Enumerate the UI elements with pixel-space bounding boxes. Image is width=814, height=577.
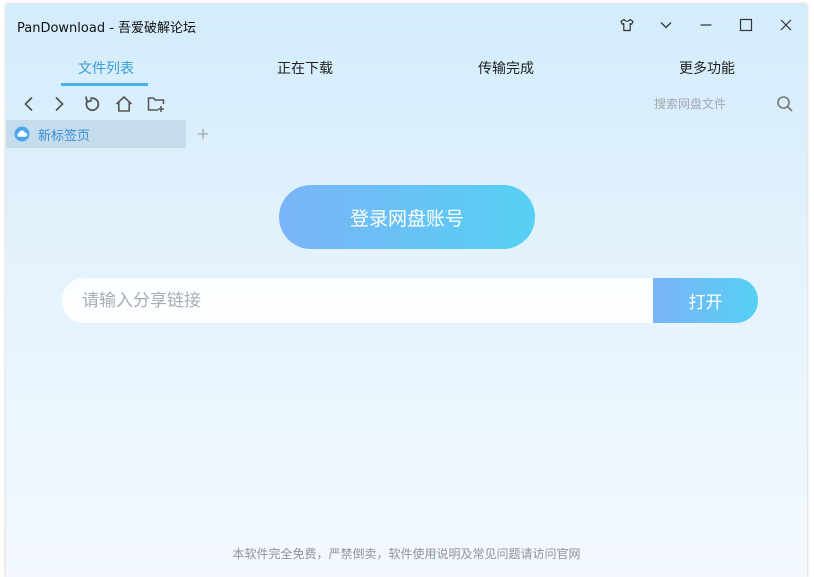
skin-button[interactable]	[612, 12, 642, 38]
tab-downloading[interactable]: 正在下载	[205, 48, 405, 88]
open-link-button[interactable]: 打开	[653, 278, 758, 323]
main-tabs: 文件列表 正在下载 传输完成 更多功能	[6, 48, 807, 88]
window-title: PanDownload - 吾爱破解论坛	[17, 21, 197, 36]
plus-icon	[197, 128, 209, 140]
maximize-icon	[739, 18, 753, 32]
menu-dropdown-button[interactable]	[651, 12, 681, 38]
forward-icon	[55, 96, 64, 112]
refresh-icon	[85, 96, 100, 112]
back-button[interactable]	[16, 91, 42, 117]
footer-notice: 本软件完全免费，严禁倒卖，软件使用说明及常见问题请访问官网	[232, 547, 581, 561]
share-link-input[interactable]	[62, 278, 653, 323]
minimize-button[interactable]	[691, 12, 721, 38]
login-account-button[interactable]: 登录网盘账号	[279, 185, 535, 249]
nav-toolbar	[6, 89, 807, 119]
add-tab-button[interactable]	[191, 122, 215, 146]
cloud-icon	[14, 126, 30, 142]
chevron-down-icon	[660, 22, 672, 29]
browser-tab-strip: 新标签页	[6, 119, 807, 149]
shirt-skin-icon	[620, 18, 634, 32]
title-bar: PanDownload - 吾爱破解论坛	[6, 4, 807, 46]
active-tab-indicator	[61, 83, 148, 86]
new-folder-button[interactable]	[143, 91, 169, 117]
close-button[interactable]	[771, 12, 801, 38]
share-link-row: 打开	[62, 278, 758, 323]
home-button[interactable]	[111, 91, 137, 117]
search-icon[interactable]	[775, 94, 795, 114]
search-input[interactable]	[654, 93, 770, 115]
search-box	[646, 91, 804, 117]
browser-tab-new[interactable]: 新标签页	[6, 120, 186, 148]
browser-tab-label: 新标签页	[38, 128, 91, 144]
tab-completed[interactable]: 传输完成	[406, 48, 606, 88]
maximize-button[interactable]	[731, 12, 761, 38]
back-icon	[24, 96, 33, 112]
refresh-button[interactable]	[79, 91, 105, 117]
new-folder-icon	[147, 97, 165, 112]
tab-more-features[interactable]: 更多功能	[607, 48, 807, 88]
close-icon	[780, 19, 792, 31]
home-icon	[115, 96, 133, 112]
forward-button[interactable]	[46, 91, 72, 117]
app-window: PanDownload - 吾爱破解论坛 文件列表 正在下载 传输完成 更多功能…	[6, 4, 807, 577]
minimize-icon	[700, 24, 712, 26]
tab-file-list[interactable]: 文件列表	[6, 48, 206, 88]
